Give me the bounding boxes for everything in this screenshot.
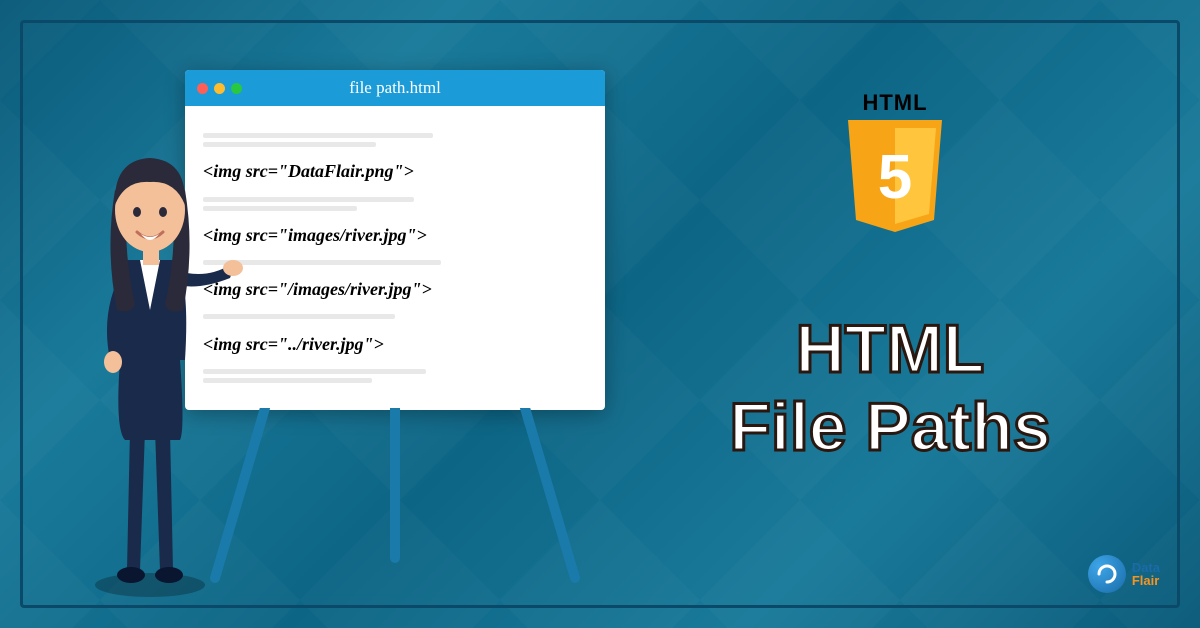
brand-name-2: Flair <box>1132 573 1159 588</box>
main-title: HTML File Paths <box>660 310 1120 466</box>
code-line-4: <img src="../river.jpg"> <box>203 334 587 355</box>
title-line-2: File Paths <box>660 388 1120 466</box>
html5-shield-icon: 5 <box>840 120 950 240</box>
code-line-2: <img src="images/river.jpg"> <box>203 225 587 246</box>
presentation-easel: file path.html <img src="DataFlair.png">… <box>185 70 665 590</box>
brand-logo: Data Flair <box>1088 555 1160 593</box>
presenter-illustration <box>55 130 245 600</box>
svg-text:5: 5 <box>878 143 912 212</box>
code-line-1: <img src="DataFlair.png"> <box>203 161 587 182</box>
brand-logo-icon <box>1088 555 1126 593</box>
html5-label: HTML <box>830 90 960 116</box>
window-titlebar: file path.html <box>185 70 605 106</box>
code-line-3: <img src="/images/river.jpg"> <box>203 279 587 300</box>
title-line-1: HTML <box>660 310 1120 388</box>
code-body: <img src="DataFlair.png"> <img src="imag… <box>185 106 605 410</box>
easel-legs-icon <box>185 408 605 588</box>
window-title: file path.html <box>185 78 605 98</box>
html5-badge: HTML 5 <box>830 90 960 245</box>
code-window: file path.html <img src="DataFlair.png">… <box>185 70 605 410</box>
